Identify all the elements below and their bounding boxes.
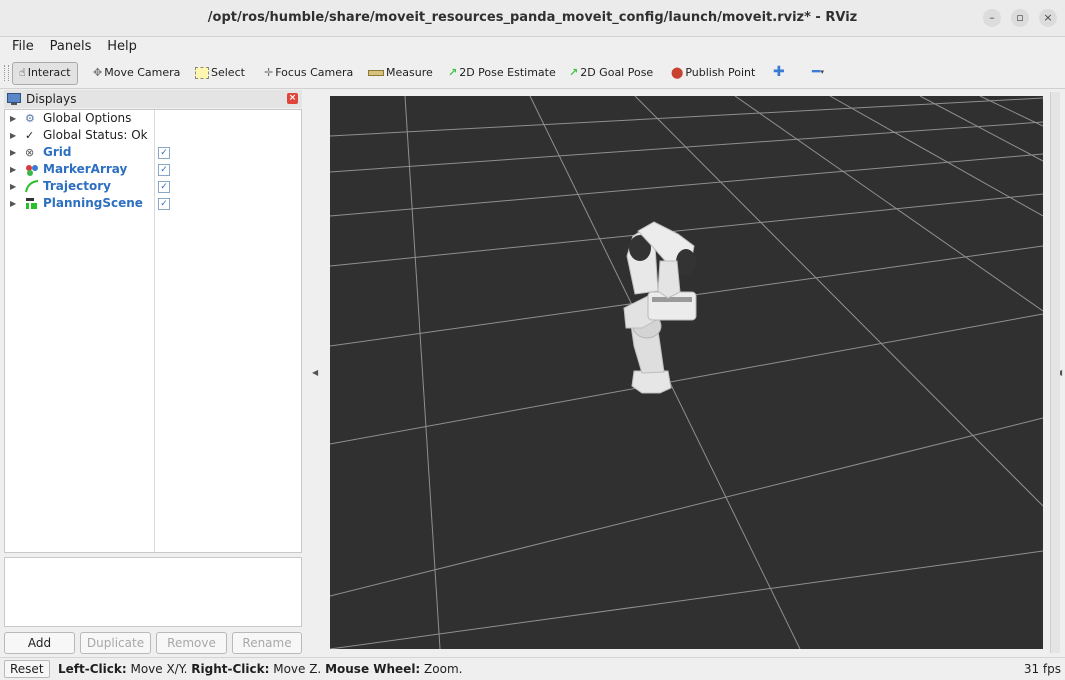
display-row-global-status[interactable]: ▶ ✓ Global Status: Ok [5,127,301,144]
2d-goal-pose-tool-button[interactable]: ↗ 2D Goal Pose [569,62,653,83]
focus-camera-label: Focus Camera [275,66,354,79]
move-camera-label: Move Camera [104,66,181,79]
interact-label: Interact [27,66,71,79]
display-label: MarkerArray [43,162,128,176]
hint-part: Move Z. [269,662,326,676]
display-enabled-checkbox[interactable]: ✓ [158,181,170,193]
focus-camera-icon: ✛ [264,66,274,79]
toolbar: ☝ Interact ✥ Move Camera Select ✛ Focus Cam… [0,58,1065,89]
hint-part: Right-Click: [191,662,270,676]
display-row-trajectory[interactable]: ▶ Trajectory ✓ [5,178,301,195]
publish-point-label: Publish Point [685,66,756,79]
panda-robot-model [623,221,697,394]
menu-bar: File Panels Help [0,37,1065,57]
display-label: Trajectory [43,179,111,193]
pose-estimate-label: 2D Pose Estimate [459,66,556,79]
maximize-icon[interactable]: ▫ [1011,9,1029,27]
rename-display-button[interactable]: Rename [232,632,302,654]
title-bar: /opt/ros/humble/share/moveit_resources_p… [0,0,1065,37]
display-label: Global Options [43,111,132,125]
render-viewport[interactable] [329,95,1044,650]
expand-arrow-icon[interactable]: ▶ [10,178,16,195]
2d-pose-estimate-tool-button[interactable]: ↗ 2D Pose Estimate [448,62,556,83]
expand-arrow-icon[interactable]: ▶ [10,195,16,212]
minus-icon[interactable]: ━▾ [812,62,824,83]
display-row-markerarray[interactable]: ▶ MarkerArray ✓ [5,161,301,178]
planning-scene-icon [26,198,37,209]
move-camera-icon: ✥ [93,66,103,79]
gear-icon: ⚙ [25,112,35,125]
hand-cursor-icon: ☝ [19,66,26,79]
menu-help[interactable]: Help [101,37,143,57]
select-label: Select [211,66,245,79]
select-box-icon [195,67,209,79]
toolbar-grip[interactable] [4,65,9,81]
green-arrow-icon: ↗ [448,66,458,79]
menu-panels[interactable]: Panels [44,37,98,57]
menu-file[interactable]: File [0,37,40,57]
display-row-planningscene[interactable]: ▶ PlanningScene ✓ [5,195,301,212]
goal-pose-label: 2D Goal Pose [580,66,654,79]
displays-panel-title: Displays [26,92,77,106]
duplicate-display-button[interactable]: Duplicate [80,632,151,654]
display-enabled-checkbox[interactable]: ✓ [158,147,170,159]
measure-label: Measure [386,66,433,79]
monitor-icon [7,93,21,105]
mouse-hint-text: Left-Click: Move X/Y. Right-Click: Move … [58,662,462,676]
focus-camera-tool-button[interactable]: ✛ Focus Camera [264,62,353,83]
display-enabled-checkbox[interactable]: ✓ [158,198,170,210]
close-icon[interactable]: × [1039,9,1057,27]
display-description-pane [4,557,302,627]
marker-array-icon [26,165,38,176]
add-display-button[interactable]: Add [4,632,75,654]
scene-canvas [329,95,1044,650]
hint-part: Left-Click: [58,662,127,676]
interact-tool-button[interactable]: ☝ Interact [12,62,78,85]
displays-panel-header: Displays × [4,90,302,108]
plus-icon[interactable]: ✚ [773,62,785,83]
map-pin-icon: ⬤ [671,66,684,79]
measure-tool-button[interactable]: Measure [368,62,433,83]
hint-part: Mouse Wheel: [325,662,421,676]
status-bar: Reset Left-Click: Move X/Y. Right-Click:… [0,657,1065,680]
minimize-icon[interactable]: – [983,9,1001,27]
collapse-left-panel-icon[interactable]: ◀ [312,368,318,377]
display-label: PlanningScene [43,196,143,210]
close-panel-icon[interactable]: × [287,93,298,104]
displays-tree: ▶ ⚙ Global Options ▶ ✓ Global Status: Ok… [4,109,302,553]
ruler-icon [368,70,384,76]
grid-lines [329,95,1044,650]
hint-part: Zoom. [420,662,463,676]
select-tool-button[interactable]: Select [195,62,245,83]
publish-point-tool-button[interactable]: ⬤ Publish Point [671,62,755,83]
trajectory-icon [25,180,39,193]
checkmark-icon: ✓ [25,129,35,142]
window-title: /opt/ros/humble/share/moveit_resources_p… [207,10,858,25]
display-label: Grid [43,145,72,159]
fps-counter: 31 fps [1023,662,1061,676]
move-camera-tool-button[interactable]: ✥ Move Camera [93,62,180,83]
display-enabled-checkbox[interactable]: ✓ [158,164,170,176]
expand-arrow-icon[interactable]: ▶ [10,161,16,178]
expand-arrow-icon[interactable]: ▶ [10,110,16,127]
grid-icon: ⊗ [25,146,35,159]
display-row-grid[interactable]: ▶ ⊗ Grid ✓ [5,144,301,161]
display-row-global-options[interactable]: ▶ ⚙ Global Options [5,110,301,127]
remove-display-button[interactable]: Remove [156,632,227,654]
display-label: Global Status: Ok [43,128,148,142]
expand-arrow-icon[interactable]: ▶ [10,144,16,161]
hint-part: Move X/Y. [126,662,192,676]
right-panel-splitter[interactable] [1050,92,1060,653]
expand-arrow-icon[interactable]: ▶ [10,127,16,144]
reset-view-button[interactable]: Reset [4,660,50,678]
green-arrow-icon: ↗ [569,66,579,79]
